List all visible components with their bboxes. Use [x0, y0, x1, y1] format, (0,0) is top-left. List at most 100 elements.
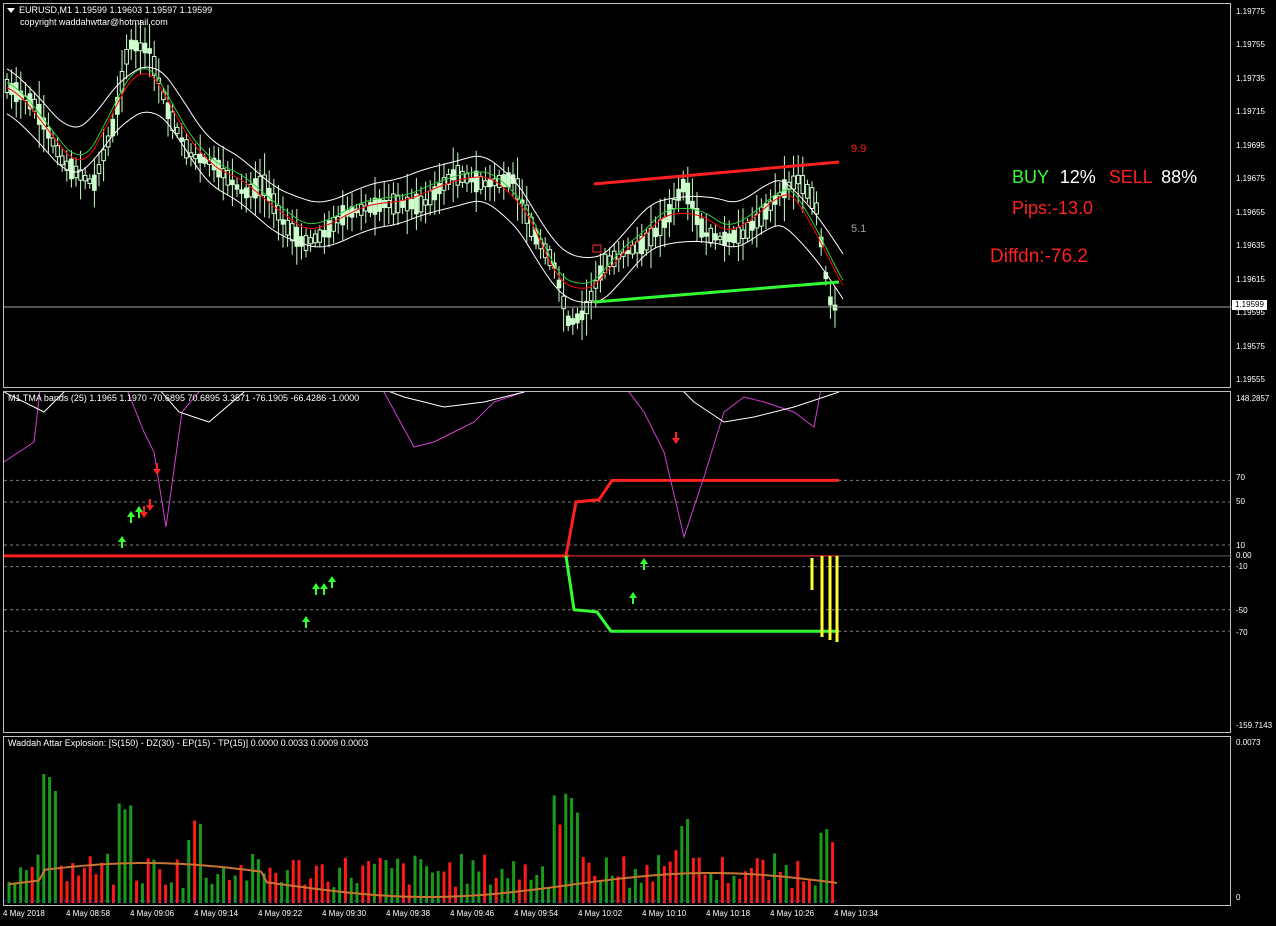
price-tick: 1.19755 — [1236, 40, 1265, 49]
buy-arrow — [320, 583, 328, 589]
signal-box-marker — [592, 244, 602, 253]
candle-body — [726, 233, 732, 242]
candle-body — [745, 222, 750, 239]
candle-body — [722, 231, 727, 246]
candle-body — [400, 200, 405, 208]
buy-arrow — [640, 558, 648, 564]
candle-body — [193, 154, 198, 160]
waddah-tick: 0 — [1236, 893, 1241, 902]
candle-body — [828, 296, 833, 306]
candle-body — [685, 182, 691, 205]
candle-body — [473, 170, 479, 193]
price-chart-pane[interactable]: EURUSD,M1 1.19599 1.19603 1.19597 1.1959… — [3, 3, 1232, 388]
candle-body — [395, 194, 401, 214]
current-price-box: 1.19599 — [1232, 300, 1267, 310]
explosion-line — [8, 862, 838, 898]
tma-bands-pane[interactable]: M1 TMA bands (25) 1.1965 1.1970 -70.6895… — [3, 391, 1232, 733]
tma-tick: -159.7143 — [1236, 721, 1273, 730]
waddah-title: Waddah Attar Explosion: [S(150) - DZ(30)… — [8, 738, 369, 748]
candle-body — [657, 219, 663, 237]
tma-title: M1 TMA bands (25) 1.1965 1.1970 -70.6895… — [8, 393, 360, 403]
candle-body — [699, 218, 704, 238]
candle-body — [791, 175, 796, 190]
candle-body — [285, 219, 290, 236]
candle-body — [322, 229, 327, 238]
buy-arrow — [118, 536, 126, 542]
buy-arrow — [127, 511, 135, 517]
candle-body — [469, 177, 474, 183]
pips-readout: Pips:-13.0 — [1012, 198, 1094, 218]
candle-body — [243, 187, 249, 199]
ema-red-line — [6, 73, 844, 289]
sell-arrow — [146, 505, 154, 511]
buy-arrow — [312, 583, 320, 589]
candle-body — [4, 78, 10, 94]
time-tick: 4 May 10:18 — [706, 909, 751, 918]
candle-body — [87, 178, 93, 185]
candle-body — [795, 174, 801, 185]
candle-body — [59, 155, 65, 166]
upper-band-line — [6, 66, 844, 259]
candle-body — [648, 227, 654, 247]
candle-body — [128, 39, 134, 50]
tma-tick: 0.00 — [1236, 551, 1252, 560]
price-tick: 1.19655 — [1236, 208, 1265, 217]
candle-body — [409, 198, 415, 210]
candle-body — [460, 170, 465, 183]
candle-body — [671, 198, 677, 210]
candle-body — [276, 205, 281, 221]
candle-body — [308, 237, 313, 245]
candle-body — [478, 176, 484, 190]
diffdn-readout: Diffdn:-76.2 — [990, 246, 1088, 267]
chart-menu-icon[interactable] — [7, 8, 15, 13]
candle-body — [676, 188, 681, 201]
waddah-tick: 0.0073 — [1236, 738, 1261, 747]
candle-body — [317, 229, 323, 243]
time-tick: 4 May 09:30 — [322, 909, 367, 918]
candle-body — [450, 169, 456, 181]
candle-body — [487, 178, 493, 188]
time-tick: 4 May 10:02 — [578, 909, 623, 918]
candle-body — [133, 40, 139, 52]
candle-body — [662, 216, 668, 228]
copyright-text: copyright waddahwttar@hotmail.com — [20, 17, 168, 27]
candle-body — [69, 158, 74, 180]
price-tick: 1.19615 — [1236, 275, 1265, 284]
candle-body — [197, 153, 203, 164]
time-tick: 4 May 09:22 — [258, 909, 303, 918]
candle-body — [280, 219, 286, 225]
symbol-title: EURUSD,M1 1.19599 1.19603 1.19597 1.1959… — [19, 5, 213, 15]
buy-label: BUY — [1012, 167, 1049, 187]
candle-body — [138, 42, 143, 52]
candle-body — [303, 235, 309, 251]
candle-body — [483, 180, 488, 188]
candle-body — [372, 197, 378, 215]
tma-upper-band — [564, 478, 839, 557]
candle-body — [174, 126, 180, 134]
sell-arrow — [153, 469, 161, 475]
candle-body — [294, 226, 300, 247]
candle-body — [423, 199, 428, 206]
candle-body — [809, 187, 815, 210]
candle-body — [368, 201, 373, 213]
candle-body — [565, 315, 571, 326]
candle-body — [101, 149, 106, 162]
candle-body — [832, 304, 838, 311]
buy-arrow — [629, 592, 637, 598]
time-tick: 4 May 09:14 — [194, 909, 239, 918]
candle-body — [50, 137, 56, 147]
candle-body — [570, 318, 576, 325]
candle-body — [690, 200, 695, 210]
time-tick: 4 May 09:06 — [130, 909, 175, 918]
buy-arrow — [135, 506, 143, 512]
candle-body — [92, 174, 97, 191]
price-tick: 1.19735 — [1236, 74, 1265, 83]
waddah-attar-pane[interactable]: Waddah Attar Explosion: [S(150) - DZ(30)… — [3, 736, 1231, 906]
candle-body — [713, 233, 718, 241]
candle-body — [55, 145, 60, 158]
ema-green-line — [6, 68, 844, 284]
tma-tick: 10 — [1236, 541, 1245, 550]
candle-body — [418, 195, 424, 213]
candle-body — [299, 236, 304, 247]
candle-body — [749, 220, 755, 231]
